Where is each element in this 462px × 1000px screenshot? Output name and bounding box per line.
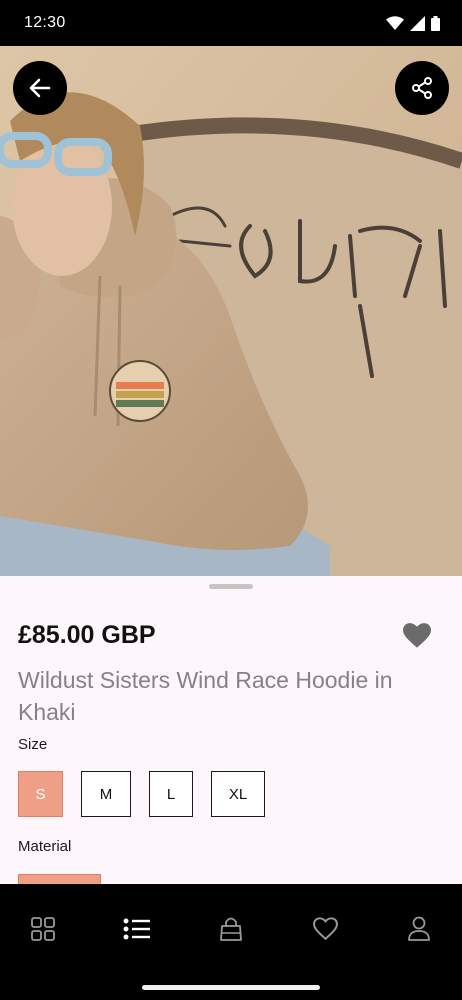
product-image-gallery[interactable] <box>0 46 462 576</box>
battery-icon <box>431 15 440 31</box>
size-label: Size <box>18 736 48 753</box>
share-button[interactable] <box>395 61 449 115</box>
favorite-button[interactable] <box>403 623 431 654</box>
person-icon <box>408 916 430 941</box>
bag-icon <box>220 917 242 941</box>
gesture-bar <box>0 972 462 1000</box>
grid-icon <box>31 917 55 941</box>
nav-favorites[interactable] <box>310 914 340 944</box>
product-title: Wildust Sisters Wind Race Hoodie in Khak… <box>18 667 393 725</box>
material-label: Material <box>18 838 72 855</box>
heart-outline-icon <box>312 917 338 941</box>
arrow-left-icon <box>29 78 51 98</box>
wifi-icon <box>386 16 404 30</box>
product-details-sheet: £85.00 GBP Wildust Sisters Wind Race Hoo… <box>0 576 462 884</box>
size-option-m[interactable]: M <box>81 771 131 817</box>
size-option-l[interactable]: L <box>149 771 193 817</box>
home-indicator[interactable] <box>142 985 320 990</box>
drag-handle[interactable] <box>209 584 253 589</box>
heart-icon <box>403 623 431 648</box>
back-button[interactable] <box>13 61 67 115</box>
product-price: £85.00 GBP <box>18 621 156 649</box>
bottom-navigation <box>0 884 462 972</box>
material-option[interactable] <box>18 874 101 884</box>
product-photo <box>0 46 462 576</box>
share-icon <box>412 77 432 99</box>
nav-account[interactable] <box>404 914 434 944</box>
nav-list[interactable] <box>122 914 152 944</box>
status-bar: 12:30 <box>0 0 462 46</box>
list-icon <box>123 918 150 940</box>
size-option-s[interactable]: S <box>18 771 63 817</box>
nav-bag[interactable] <box>216 914 246 944</box>
size-option-xl[interactable]: XL <box>211 771 265 817</box>
signal-icon <box>410 15 425 31</box>
status-time: 12:30 <box>24 14 66 31</box>
nav-grid[interactable] <box>28 914 58 944</box>
status-icons <box>386 15 440 31</box>
